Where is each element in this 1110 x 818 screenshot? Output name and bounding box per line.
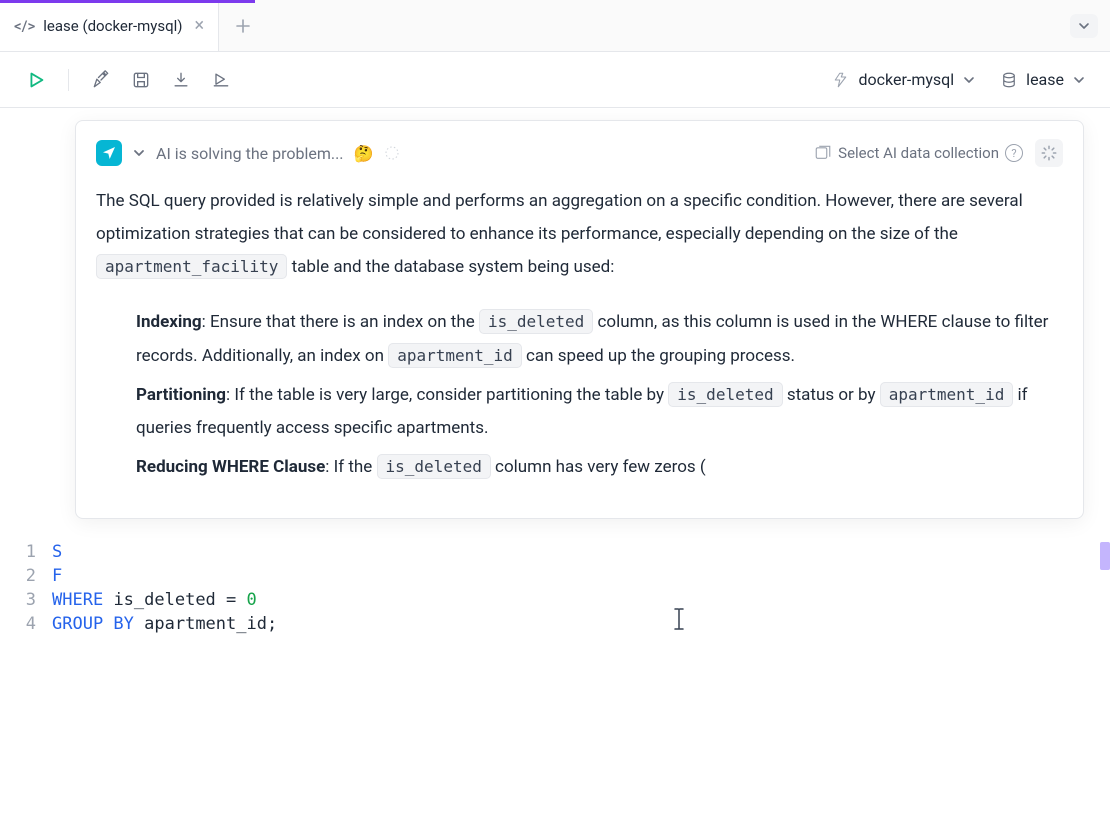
collection-icon bbox=[814, 144, 832, 162]
ai-text: column has very few zeros ( bbox=[491, 457, 706, 477]
ai-text: The SQL query provided is relatively sim… bbox=[96, 191, 1023, 244]
ai-text: can speed up the grouping process. bbox=[522, 346, 795, 366]
ai-item-title: Partitioning bbox=[136, 385, 226, 405]
ai-paragraph: The SQL query provided is relatively sim… bbox=[96, 185, 1063, 284]
ai-loading-spinner bbox=[1035, 139, 1063, 167]
run-selection-button[interactable] bbox=[205, 64, 237, 96]
thinking-emoji-icon: 🤔 bbox=[354, 144, 374, 163]
close-tab-icon[interactable]: × bbox=[191, 17, 205, 35]
run-button[interactable] bbox=[20, 64, 52, 96]
select-ai-data-collection[interactable]: Select AI data collection ? bbox=[814, 144, 1023, 162]
code-apartment-id: apartment_id bbox=[388, 343, 522, 368]
tab-overflow-button[interactable] bbox=[1062, 0, 1106, 51]
ai-suggestion-indexing: Indexing: Ensure that there is an index … bbox=[136, 306, 1063, 372]
ai-panel-header: AI is solving the problem... 🤔 Select AI… bbox=[96, 139, 1063, 167]
ai-text: : Ensure that there is an index on the bbox=[202, 312, 479, 332]
ai-badge-icon[interactable] bbox=[96, 140, 122, 166]
ai-text: table and the database system being used… bbox=[292, 257, 615, 277]
code-is-deleted: is_deleted bbox=[668, 382, 782, 407]
scrollbar-marker[interactable] bbox=[1100, 542, 1110, 570]
ai-response-body: The SQL query provided is relatively sim… bbox=[96, 185, 1063, 484]
ai-text: : If the table is very large, consider p… bbox=[226, 385, 668, 405]
ai-item-title: Reducing WHERE Clause bbox=[136, 457, 325, 477]
code-apartment-id: apartment_id bbox=[880, 382, 1014, 407]
toolbar-divider bbox=[68, 69, 69, 91]
save-button[interactable] bbox=[125, 64, 157, 96]
chevron-down-icon bbox=[1077, 19, 1091, 33]
tab-title: lease (docker-mysql) bbox=[43, 17, 182, 35]
ai-text: : If the bbox=[325, 457, 376, 477]
sql-file-icon: </> bbox=[14, 17, 35, 35]
code-is-deleted: is_deleted bbox=[377, 454, 491, 479]
datasource-icon bbox=[833, 71, 851, 89]
loading-dots-icon bbox=[383, 144, 401, 162]
ai-text: status or by bbox=[783, 385, 880, 405]
tab-bar: </> lease (docker-mysql) × bbox=[0, 0, 1110, 52]
download-button[interactable] bbox=[165, 64, 197, 96]
new-tab-button[interactable] bbox=[219, 0, 267, 51]
database-icon bbox=[1000, 71, 1018, 89]
sql-editor[interactable]: 1234 SFWHERE is_deleted = 0GROUP BY apar… bbox=[0, 540, 1110, 636]
datasource-selector[interactable]: docker-mysql bbox=[833, 70, 977, 89]
ai-suggestion-reducing-where: Reducing WHERE Clause: If the is_deleted… bbox=[136, 451, 1063, 484]
datasource-name: docker-mysql bbox=[859, 70, 955, 89]
toolbar: docker-mysql lease bbox=[0, 52, 1110, 108]
ai-status-text: AI is solving the problem... bbox=[156, 144, 344, 163]
code-apartment-facility: apartment_facility bbox=[96, 254, 287, 279]
code-is-deleted: is_deleted bbox=[479, 309, 593, 334]
tab-lease[interactable]: </> lease (docker-mysql) × bbox=[0, 0, 219, 51]
ai-suggestion-partitioning: Partitioning: If the table is very large… bbox=[136, 379, 1063, 445]
schema-name: lease bbox=[1026, 70, 1064, 89]
select-ai-label: Select AI data collection bbox=[838, 144, 999, 162]
code-lines[interactable]: SFWHERE is_deleted = 0GROUP BY apartment… bbox=[52, 540, 1110, 636]
ai-assist-button[interactable] bbox=[85, 64, 117, 96]
help-icon[interactable]: ? bbox=[1005, 144, 1023, 162]
schema-selector[interactable]: lease bbox=[1000, 70, 1086, 89]
chevron-down-icon[interactable] bbox=[132, 146, 146, 160]
line-gutter: 1234 bbox=[0, 540, 52, 636]
chevron-down-icon bbox=[962, 73, 976, 87]
ai-item-title: Indexing bbox=[136, 312, 202, 332]
ai-panel: AI is solving the problem... 🤔 Select AI… bbox=[75, 120, 1084, 519]
chevron-down-icon bbox=[1072, 73, 1086, 87]
ai-suggestion-list: Indexing: Ensure that there is an index … bbox=[96, 306, 1063, 484]
editor-area: AI is solving the problem... 🤔 Select AI… bbox=[0, 108, 1110, 818]
